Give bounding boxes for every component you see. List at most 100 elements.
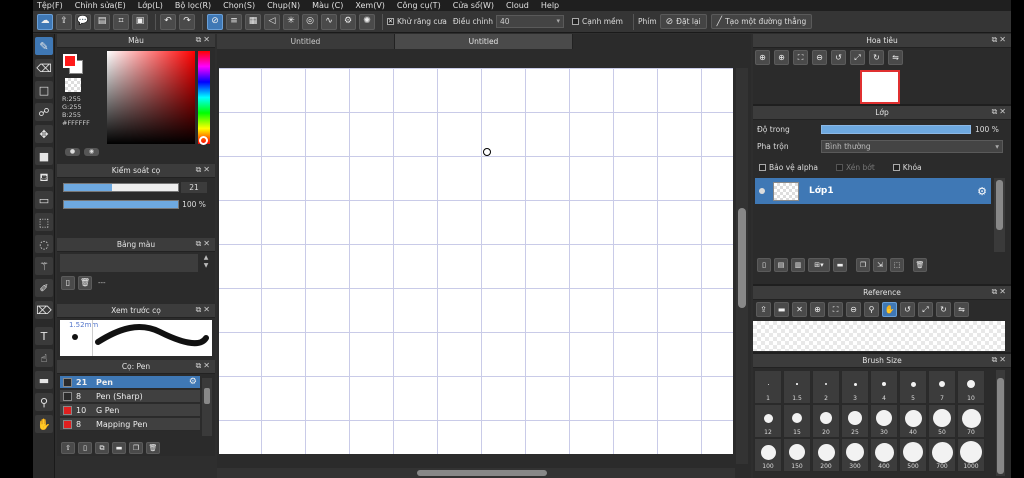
- brush-size-option[interactable]: 7: [928, 370, 956, 404]
- hand-tool-icon[interactable]: ✋: [35, 415, 53, 433]
- smudge-tool-icon[interactable]: ☍: [35, 103, 53, 121]
- flip-icon[interactable]: ⇋: [954, 302, 969, 317]
- zoom-in-icon[interactable]: ⊕: [774, 50, 789, 65]
- layer-opacity-slider[interactable]: [821, 125, 971, 134]
- move-tool-icon[interactable]: ✥: [35, 125, 53, 143]
- text-tool-icon[interactable]: T: [35, 327, 53, 345]
- crop-icon[interactable]: ⌗: [113, 13, 129, 30]
- scroll-thumb[interactable]: [996, 180, 1003, 230]
- merge-icon[interactable]: ⇲: [873, 258, 887, 272]
- snap-off-icon[interactable]: ⊘: [207, 13, 223, 30]
- rotate-left-icon[interactable]: ↺: [831, 50, 846, 65]
- menu-view[interactable]: Xem(V): [355, 0, 385, 11]
- snap-parallel-icon[interactable]: ≡: [226, 13, 242, 30]
- brush-size-option[interactable]: 500: [899, 438, 927, 472]
- menu-cloud[interactable]: Cloud: [506, 0, 529, 11]
- menu-filter[interactable]: Bộ lọc(R): [175, 0, 211, 11]
- zoom-out-icon[interactable]: ⊖: [846, 302, 861, 317]
- antialias-checkbox[interactable]: ✕ Khử răng cưa: [387, 17, 447, 26]
- transparent-swatch[interactable]: [65, 78, 81, 92]
- fit-icon[interactable]: ⛶: [793, 50, 808, 65]
- snap-radial-icon[interactable]: ✳: [283, 13, 299, 30]
- brush-item[interactable]: 8 Mapping Pen: [60, 418, 200, 431]
- zoom-in-icon[interactable]: ⊕: [755, 50, 770, 65]
- snap-circle-icon[interactable]: ◎: [302, 13, 318, 30]
- protect-alpha-checkbox[interactable]: Bảo vệ alpha: [759, 163, 818, 172]
- palette-scroll[interactable]: ▲ ▼: [200, 254, 212, 272]
- brush-size-option[interactable]: 50: [928, 404, 956, 438]
- canvas-horizontal-scrollbar[interactable]: [217, 468, 735, 478]
- panel-close-icon[interactable]: ⧉✕: [196, 35, 212, 45]
- reset-button[interactable]: ⊘ Đặt lại: [659, 14, 707, 29]
- panel-close-icon[interactable]: ⧉✕: [196, 165, 212, 175]
- brush-size-option[interactable]: 1: [754, 370, 782, 404]
- foreground-color-swatch[interactable]: [63, 54, 77, 68]
- folder-icon[interactable]: ▬: [112, 442, 126, 454]
- open-folder-icon[interactable]: ▬: [774, 302, 789, 317]
- bucket-tool-icon[interactable]: ⛾: [35, 169, 53, 187]
- brush-tool-icon[interactable]: ✎: [35, 37, 53, 55]
- cloud-icon[interactable]: ☁: [37, 13, 53, 30]
- panel-close-icon[interactable]: ⧉✕: [992, 107, 1008, 117]
- brush-size-option[interactable]: 100: [754, 438, 782, 472]
- lasso-tool-icon[interactable]: ◌: [35, 235, 53, 253]
- brush-size-option[interactable]: 3: [841, 370, 869, 404]
- reference-canvas[interactable]: [753, 321, 1005, 351]
- clipping-checkbox[interactable]: Xén bớt: [835, 163, 875, 172]
- eyedropper-tool-icon[interactable]: ⚲: [35, 393, 53, 411]
- resize-icon[interactable]: ▣: [132, 13, 148, 30]
- adjust-select[interactable]: 40: [496, 15, 564, 28]
- upload-icon[interactable]: ⇪: [756, 302, 771, 317]
- hue-slider[interactable]: [198, 51, 210, 144]
- folder-icon[interactable]: ▬: [833, 258, 847, 272]
- panel-close-icon[interactable]: ⧉✕: [992, 35, 1008, 45]
- brush-size-option[interactable]: 700: [928, 438, 956, 472]
- add-layer-menu-icon[interactable]: ⊞▾: [808, 258, 830, 272]
- brush-size-scrollbar[interactable]: [996, 370, 1005, 476]
- navigator-thumbnail[interactable]: [860, 70, 900, 104]
- menu-file[interactable]: Tệp(F): [37, 0, 63, 11]
- brush-size-value[interactable]: 21: [181, 182, 207, 193]
- select-pen-tool-icon[interactable]: ✐: [35, 279, 53, 297]
- new-layer-1bit-icon[interactable]: ▥: [791, 258, 805, 272]
- scroll-thumb[interactable]: [204, 388, 210, 404]
- drawing-canvas[interactable]: [219, 68, 733, 454]
- brush-size-option[interactable]: 200: [812, 438, 840, 472]
- brush-size-option[interactable]: 10: [957, 370, 985, 404]
- brush-copy-icon[interactable]: ⧉: [95, 442, 109, 454]
- scroll-thumb[interactable]: [997, 378, 1004, 474]
- menu-help[interactable]: Help: [541, 0, 559, 11]
- close-icon[interactable]: ✕: [792, 302, 807, 317]
- menu-tools[interactable]: Công cụ(T): [397, 0, 441, 11]
- fit-icon[interactable]: ⛶: [828, 302, 843, 317]
- gear-icon[interactable]: ⚙: [977, 185, 987, 198]
- brush-size-option[interactable]: 1.5: [783, 370, 811, 404]
- brush-list-scrollbar[interactable]: [202, 378, 212, 436]
- rotate-left-icon[interactable]: ↺: [900, 302, 915, 317]
- zoom-in-icon[interactable]: ⊕: [810, 302, 825, 317]
- canvas-vertical-scrollbar[interactable]: [736, 68, 748, 464]
- redo-icon[interactable]: ↷: [179, 13, 195, 30]
- brush-size-option[interactable]: 12: [754, 404, 782, 438]
- menu-color[interactable]: Màu (C): [312, 0, 343, 11]
- snap-perspective-icon[interactable]: ◁: [264, 13, 280, 30]
- eraser-tool-icon[interactable]: ⌫: [35, 59, 53, 77]
- brush-size-option[interactable]: 150: [783, 438, 811, 472]
- color-mode-button[interactable]: ●: [65, 148, 80, 156]
- scroll-thumb[interactable]: [738, 208, 746, 308]
- undo-icon[interactable]: ↶: [160, 13, 176, 30]
- settings-icon[interactable]: ✺: [359, 13, 375, 30]
- select-rect-tool-icon[interactable]: ⬚: [35, 213, 53, 231]
- brush-upload-icon[interactable]: ⇧: [61, 442, 75, 454]
- hue-handle[interactable]: [199, 136, 208, 145]
- brush-size-option[interactable]: 4: [870, 370, 898, 404]
- hand-icon[interactable]: ✋: [882, 302, 897, 317]
- brush-size-option[interactable]: 25: [841, 404, 869, 438]
- panel-close-icon[interactable]: ⧉✕: [196, 239, 212, 249]
- saturation-value-picker[interactable]: [107, 51, 195, 144]
- menu-select[interactable]: Chọn(S): [223, 0, 255, 11]
- rect-tool-icon[interactable]: □: [35, 81, 53, 99]
- brush-size-option[interactable]: 20: [812, 404, 840, 438]
- panel-close-icon[interactable]: ⧉✕: [196, 305, 212, 315]
- brush-size-option[interactable]: 400: [870, 438, 898, 472]
